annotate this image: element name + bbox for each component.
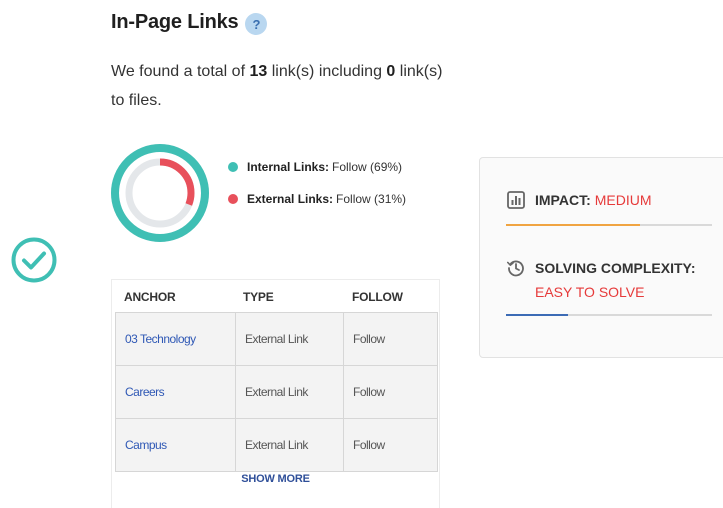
legend-value-internal: Follow (69%) — [332, 160, 403, 174]
impact-label: IMPACT: — [535, 192, 591, 208]
impact-value: MEDIUM — [594, 192, 652, 208]
legend-item-external: External Links: Follow (31%) — [228, 191, 406, 207]
history-icon — [507, 260, 524, 277]
summary-prefix: We found a total of — [111, 63, 250, 80]
show-more-button[interactable]: SHOW MORE — [112, 473, 439, 485]
table-row: 03 Technology External Link Follow — [116, 313, 437, 366]
total-links-count: 13 — [249, 63, 268, 80]
summary-middle: link(s) including — [267, 63, 387, 80]
links-donut-chart — [111, 144, 209, 242]
impact-row: IMPACT: MEDIUM — [506, 190, 652, 210]
anchor-link[interactable]: Campus — [116, 419, 236, 471]
complexity-level-fill — [506, 314, 568, 316]
complexity-row: SOLVING COMPLEXITY: — [506, 258, 696, 278]
impact-card: IMPACT: MEDIUM SOLVING COMPLEXITY: EASY … — [479, 157, 723, 358]
link-type: External Link — [236, 313, 344, 365]
complexity-label: SOLVING COMPLEXITY: — [535, 260, 696, 276]
legend-label-internal: Internal Links: — [247, 160, 330, 174]
file-links-count: 0 — [386, 63, 396, 80]
links-summary: We found a total of 13 link(s) including… — [111, 57, 451, 115]
help-icon[interactable]: ? — [245, 13, 268, 35]
bar-chart-icon — [507, 191, 525, 209]
link-type: External Link — [236, 366, 344, 418]
impact-level-bar — [506, 224, 712, 226]
column-header-follow: FOLLOW — [352, 290, 403, 304]
anchor-link[interactable]: 03 Technology — [116, 313, 236, 365]
title-row: In-Page Links ? — [111, 10, 268, 35]
table-header: ANCHOR TYPE FOLLOW — [112, 280, 439, 312]
legend-item-internal: Internal Links: Follow (69%) — [228, 159, 406, 175]
complexity-level-bar — [506, 314, 712, 316]
legend-value-external: Follow (31%) — [336, 192, 407, 206]
anchor-link[interactable]: Careers — [116, 366, 236, 418]
complexity-value: EASY TO SOLVE — [535, 284, 645, 300]
check-circle-icon — [11, 237, 57, 283]
legend-label-external: External Links: — [247, 192, 334, 206]
table-row: Careers External Link Follow — [116, 366, 437, 419]
in-page-links-section: In-Page Links ? We found a total of 13 l… — [0, 0, 723, 508]
column-header-type: TYPE — [243, 290, 274, 304]
impact-level-fill — [506, 224, 640, 226]
donut-legend: Internal Links: Follow (69%) External Li… — [228, 159, 406, 223]
page-title: In-Page Links — [111, 11, 239, 33]
column-header-anchor: ANCHOR — [124, 290, 176, 304]
legend-dot-external — [228, 194, 238, 204]
table-row: Campus External Link Follow — [116, 419, 437, 471]
link-follow: Follow — [353, 438, 385, 452]
links-table-card: ANCHOR TYPE FOLLOW 03 Technology Externa… — [111, 279, 440, 508]
table-body: 03 Technology External Link Follow Caree… — [115, 312, 438, 472]
link-follow: Follow — [353, 385, 385, 399]
link-follow: Follow — [353, 332, 385, 346]
legend-dot-internal — [228, 162, 238, 172]
link-type: External Link — [236, 419, 344, 471]
